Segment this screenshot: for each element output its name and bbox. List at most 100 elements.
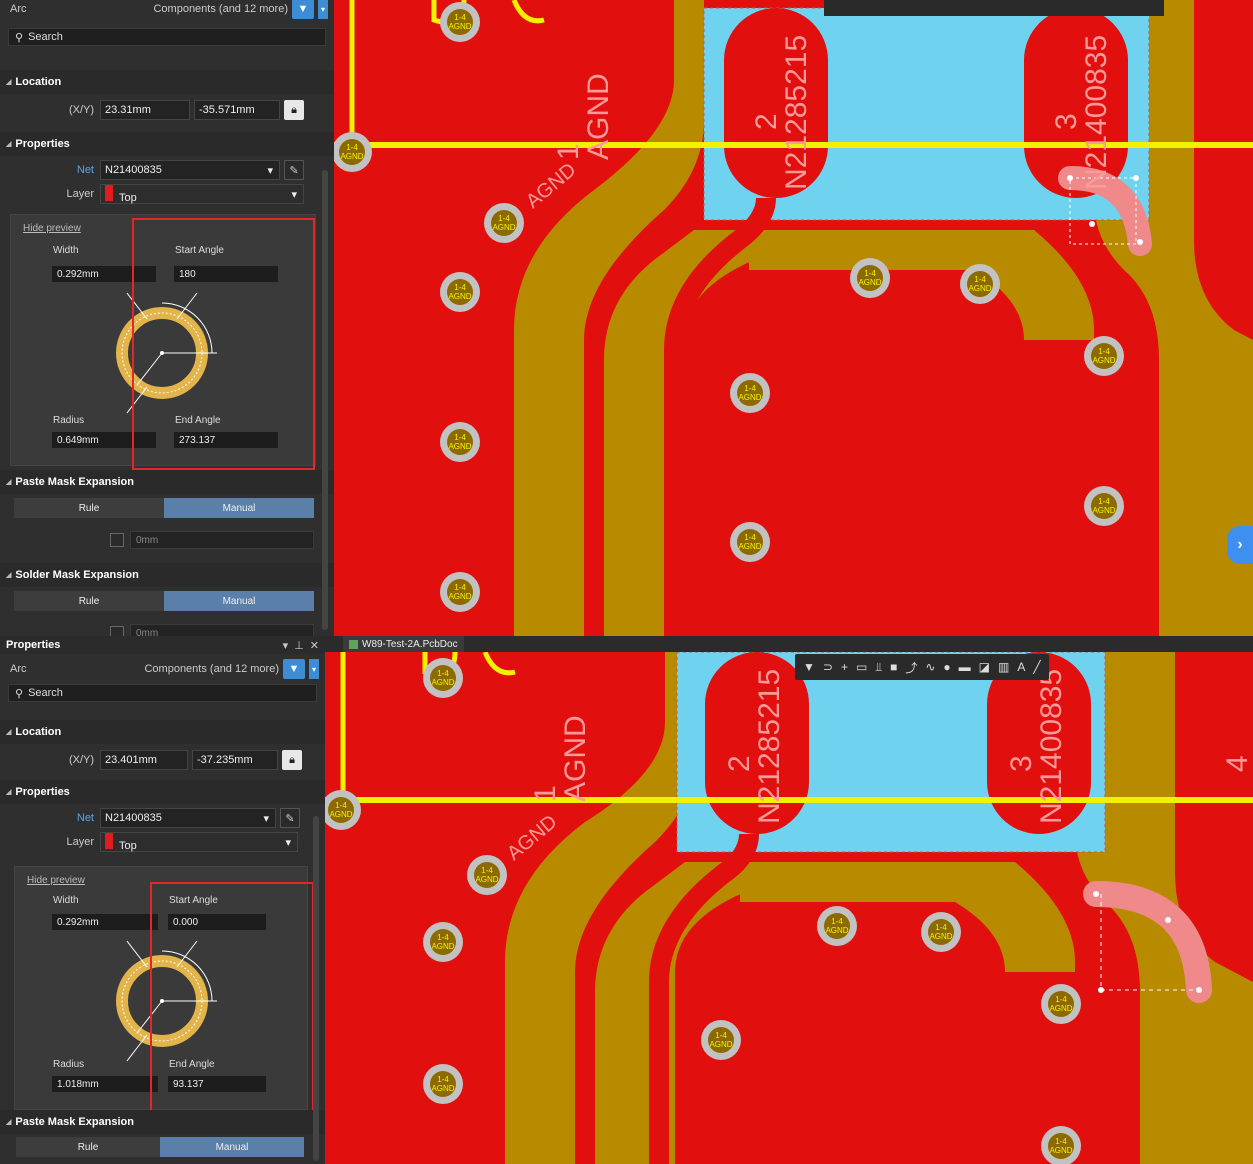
pcb-canvas[interactable]: 1 AGND 2 N21285215 3 N21400835 AGND 1-4 A… [334, 0, 1253, 636]
via[interactable]: 1-4 AGND [1084, 336, 1124, 376]
manual-option[interactable]: Manual [164, 498, 314, 518]
text-icon[interactable]: A [1017, 660, 1025, 674]
via[interactable]: 1-4 AGND [701, 1020, 741, 1060]
section-paste-mask[interactable]: ◢ Paste Mask Expansion [0, 470, 334, 494]
pencil-icon[interactable]: ✎ [284, 160, 304, 180]
align-icon[interactable]: ⫫ [875, 660, 882, 675]
panel-scrollbar[interactable] [322, 170, 328, 630]
via[interactable]: 1-4 AGND [921, 912, 961, 952]
via[interactable]: 1-4 AGND [730, 522, 770, 562]
lock-icon[interactable]: 🔒︎ [284, 100, 304, 120]
menu-icon[interactable]: ▾ [283, 639, 289, 652]
section-location[interactable]: ◢ Location [0, 720, 325, 744]
x-field[interactable]: 23.401mm [100, 750, 188, 770]
layer-row: Layer Top ▾ [0, 182, 334, 206]
section-properties[interactable]: ◢ Properties [0, 132, 334, 156]
via[interactable]: 1-4 AGND [440, 422, 480, 462]
layer-color-swatch [105, 184, 113, 201]
rule-option[interactable]: Rule [14, 591, 164, 611]
section-paste-mask[interactable]: ◢ Paste Mask Expansion [0, 1110, 325, 1134]
rule-option[interactable]: Rule [14, 498, 164, 518]
properties-title: Properties [15, 138, 70, 150]
fill-icon[interactable]: ▬ [959, 660, 971, 674]
chevron-down-icon[interactable]: ▾ [309, 659, 319, 679]
via[interactable]: 1-4 AGND [440, 272, 480, 312]
component-icon[interactable]: ■ [890, 660, 897, 674]
net-row: Net N21400835 ▾ ✎ [0, 806, 325, 830]
via[interactable]: 1-4 AGND [423, 1064, 463, 1104]
layer-select[interactable]: Top ▾ [100, 832, 298, 852]
chevron-down-icon[interactable]: ▾ [318, 0, 328, 19]
cross-icon[interactable]: + [841, 660, 848, 674]
line-icon[interactable]: ╱ [1033, 660, 1040, 674]
select-rect-icon[interactable]: ▭ [856, 660, 867, 674]
filter-summary[interactable]: Components (and 12 more) [144, 663, 279, 675]
diff-pair-icon[interactable]: ∿ [925, 660, 935, 674]
lock-icon[interactable]: 🔒︎ [282, 750, 302, 770]
panel-scrollbar[interactable] [313, 816, 319, 1161]
highlight-box [132, 218, 315, 470]
width-field[interactable]: 0.292mm [51, 913, 159, 931]
solder-mask-checkbox[interactable] [110, 626, 124, 636]
search-input[interactable]: ⚲ Search [8, 28, 326, 46]
search-placeholder: Search [28, 31, 63, 43]
radius-label: Radius [53, 1059, 85, 1070]
manual-option[interactable]: Manual [160, 1137, 304, 1157]
via[interactable]: 1-4 AGND [960, 264, 1000, 304]
manual-option[interactable]: Manual [164, 591, 314, 611]
pcb-canvas[interactable]: 1 AGND 2 N21285215 3 N21400835 4 AGND ▼ … [325, 652, 1253, 1164]
via-icon[interactable]: ● [943, 660, 950, 674]
section-location[interactable]: ◢ Location [0, 70, 334, 94]
hide-preview-link[interactable]: Hide preview [27, 875, 85, 886]
via[interactable]: 1-4 AGND [423, 658, 463, 698]
pencil-icon[interactable]: ✎ [280, 808, 300, 828]
via[interactable]: 1-4 AGND [440, 2, 480, 42]
solder-mask-field[interactable]: 0mm [130, 624, 314, 636]
pin-icon[interactable]: ⊥ [294, 639, 304, 652]
layer-value: Top [119, 839, 137, 852]
via[interactable]: 1-4 AGND [1041, 1126, 1081, 1164]
solder-mask-row: 0mm [110, 624, 314, 636]
via[interactable]: 1-4 AGND [440, 572, 480, 612]
section-properties[interactable]: ◢ Properties [0, 780, 325, 804]
document-tab[interactable]: W89-Test-2A.PcbDoc [343, 636, 464, 652]
route-icon[interactable]: ⊃ [823, 660, 833, 674]
filter-icon[interactable]: ▼ [803, 660, 815, 674]
search-icon: ⚲ [15, 31, 24, 44]
expand-panel-button[interactable]: › [1227, 526, 1253, 564]
interactive-route-icon[interactable]: ⤴ [905, 659, 917, 676]
filter-summary[interactable]: Components (and 12 more) [153, 3, 288, 15]
via[interactable]: 1-4 AGND [467, 855, 507, 895]
via[interactable]: 1-4 AGND [484, 203, 524, 243]
close-icon[interactable]: ✕ [310, 639, 319, 652]
filter-icon[interactable]: ▼ [292, 0, 314, 19]
section-solder-mask[interactable]: ◢ Solder Mask Expansion [0, 563, 334, 587]
net-select[interactable]: N21400835 ▾ [100, 160, 280, 180]
properties-title: Properties [15, 786, 70, 798]
hide-preview-link[interactable]: Hide preview [23, 223, 81, 234]
chevron-down-icon: ▾ [291, 188, 297, 201]
paste-mask-checkbox[interactable] [110, 533, 124, 547]
layer-select[interactable]: Top ▾ [100, 184, 304, 204]
net-select[interactable]: N21400835 ▾ [100, 808, 276, 828]
search-input[interactable]: ⚲ Search [8, 684, 317, 702]
via[interactable]: 1-4 AGND [423, 922, 463, 962]
region-icon[interactable]: ◪ [979, 660, 990, 674]
via[interactable]: 1-4 AGND [730, 373, 770, 413]
chart-icon[interactable]: ▥ [998, 660, 1009, 674]
chevron-down-icon: ▾ [263, 812, 269, 825]
y-field[interactable]: -35.571mm [194, 100, 280, 120]
via[interactable]: 1-4 AGND [817, 906, 857, 946]
via[interactable]: 1-4 AGND [850, 258, 890, 298]
via[interactable]: 1-4 AGND [1041, 984, 1081, 1024]
x-field[interactable]: 23.31mm [100, 100, 190, 120]
radius-field[interactable]: 1.018mm [51, 1075, 159, 1093]
via[interactable]: 1-4 AGND [1084, 486, 1124, 526]
rule-option[interactable]: Rule [16, 1137, 160, 1157]
bottom-screenshot: Properties ▾ ⊥ ✕ Arc Components (and 12 … [0, 636, 1253, 1164]
paste-mask-field[interactable]: 0mm [130, 531, 314, 549]
layer-label: Layer [66, 836, 94, 848]
chevron-right-icon: › [1237, 536, 1243, 553]
y-field[interactable]: -37.235mm [192, 750, 278, 770]
filter-icon[interactable]: ▼ [283, 659, 305, 679]
